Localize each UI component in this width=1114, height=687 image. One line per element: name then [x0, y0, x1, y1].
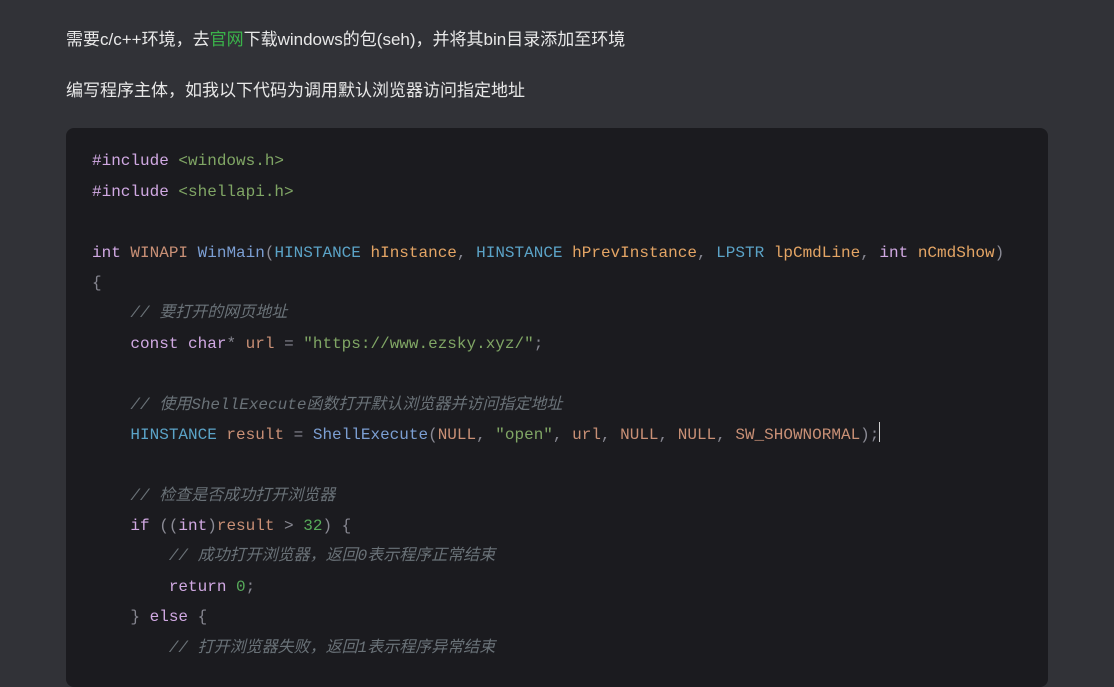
code-comment: // 成功打开浏览器，返回0表示程序正常结束 — [169, 547, 495, 565]
code-token: NULL — [438, 426, 476, 444]
code-token: char — [178, 335, 226, 353]
code-token: WINAPI — [130, 244, 188, 262]
code-token: ) — [207, 517, 217, 535]
code-content: #include <windows.h> #include <shellapi.… — [92, 146, 1022, 663]
code-token: return — [169, 578, 227, 596]
code-token: url — [236, 335, 284, 353]
code-token: ) — [860, 426, 870, 444]
code-token: nCmdShow — [918, 244, 995, 262]
code-token: 0 — [226, 578, 245, 596]
code-token: #include — [92, 183, 169, 201]
code-token: > — [274, 517, 303, 535]
code-token: , — [476, 426, 495, 444]
code-token: #include — [92, 152, 169, 170]
code-token: * — [226, 335, 236, 353]
code-token: else — [140, 608, 188, 626]
code-token: , — [457, 244, 476, 262]
code-token: <shellapi.h> — [169, 183, 294, 201]
code-token: , — [860, 244, 879, 262]
code-token: ; — [870, 426, 880, 444]
link-official-site[interactable]: 官网 — [210, 30, 244, 49]
code-token: { — [188, 608, 207, 626]
code-token: int — [92, 244, 121, 262]
code-token: hPrevInstance — [563, 244, 697, 262]
code-token: ) — [995, 244, 1005, 262]
code-token: ( — [428, 426, 438, 444]
text-cursor — [879, 422, 880, 442]
code-block: #include <windows.h> #include <shellapi.… — [66, 128, 1048, 687]
code-token: result — [217, 426, 294, 444]
code-token: if — [130, 517, 149, 535]
code-token: int — [879, 244, 908, 262]
code-token: , — [697, 244, 716, 262]
code-token: HINSTANCE — [476, 244, 562, 262]
code-token: HINSTANCE — [130, 426, 216, 444]
text-pre-link: 需要c/c++环境，去 — [66, 30, 210, 49]
code-token: ) — [322, 517, 332, 535]
code-token: , — [601, 426, 620, 444]
code-token: = — [294, 426, 304, 444]
code-comment: // 检查是否成功打开浏览器 — [130, 487, 335, 505]
code-token: hInstance — [361, 244, 457, 262]
code-token: "open" — [495, 426, 553, 444]
paragraph-env: 需要c/c++环境，去官网下载windows的包(seh)，并将其bin目录添加… — [66, 26, 1048, 53]
text-post-link: 下载windows的包(seh)，并将其bin目录添加至环境 — [244, 30, 626, 49]
code-token: "https://www.ezsky.xyz/" — [294, 335, 534, 353]
code-token: NULL — [620, 426, 658, 444]
code-token: ; — [534, 335, 544, 353]
paragraph-body: 编写程序主体，如我以下代码为调用默认浏览器访问指定地址 — [66, 77, 1048, 104]
code-token: , — [716, 426, 735, 444]
code-token: , — [553, 426, 572, 444]
code-token: url — [572, 426, 601, 444]
code-token: ShellExecute — [303, 426, 428, 444]
code-token: LPSTR — [716, 244, 764, 262]
code-token: HINSTANCE — [274, 244, 360, 262]
code-comment: // 要打开的网页地址 — [130, 304, 287, 322]
code-token: lpCmdLine — [764, 244, 860, 262]
code-comment: // 使用ShellExecute函数打开默认浏览器并访问指定地址 — [130, 396, 562, 414]
code-token: ; — [246, 578, 256, 596]
code-token: (( — [150, 517, 179, 535]
code-token: const — [130, 335, 178, 353]
code-token: { — [332, 517, 351, 535]
code-token: NULL — [678, 426, 716, 444]
code-token: int — [178, 517, 207, 535]
code-token: } — [130, 608, 140, 626]
code-comment: // 打开浏览器失败，返回1表示程序异常结束 — [169, 639, 495, 657]
code-token: SW_SHOWNORMAL — [735, 426, 860, 444]
article-content: 需要c/c++环境，去官网下载windows的包(seh)，并将其bin目录添加… — [0, 26, 1114, 687]
code-token: 32 — [303, 517, 322, 535]
code-token: <windows.h> — [169, 152, 284, 170]
code-token: = — [284, 335, 294, 353]
code-token: , — [659, 426, 678, 444]
code-token: WinMain — [198, 244, 265, 262]
code-token: result — [217, 517, 275, 535]
